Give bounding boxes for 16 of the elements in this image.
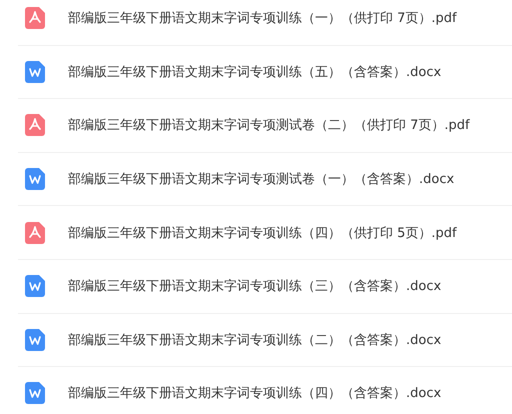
pdf-file-icon	[25, 114, 45, 136]
word-file-icon	[25, 382, 45, 404]
file-name[interactable]: 部编版三年级下册语文期末字词专项测试卷（二）（供打印 7页）.pdf	[68, 116, 470, 134]
file-name[interactable]: 部编版三年级下册语文期末字词专项训练（五）（含答案）.docx	[68, 62, 442, 81]
file-name[interactable]: 部编版三年级下册语文期末字词专项测试卷（一）（含答案）.docx	[68, 170, 454, 188]
file-name[interactable]: 部编版三年级下册语文期末字词专项训练（一）（供打印 7页）.pdf	[68, 9, 457, 28]
word-file-icon	[25, 168, 45, 190]
word-file-icon	[25, 328, 45, 351]
word-file-icon	[25, 60, 45, 83]
file-name[interactable]: 部编版三年级下册语文期末字词专项训练（三）（含答案）.docx	[68, 277, 442, 296]
word-file-icon	[25, 275, 45, 298]
file-name[interactable]: 部编版三年级下册语文期末字词专项训练（二）（含答案）.docx	[68, 330, 442, 349]
pdf-file-icon	[25, 7, 45, 30]
pdf-file-icon	[25, 222, 45, 244]
file-name[interactable]: 部编版三年级下册语文期末字词专项训练（四）（含答案）.docx	[68, 384, 442, 402]
file-name[interactable]: 部编版三年级下册语文期末字词专项训练（四）（供打印 5页）.pdf	[68, 224, 457, 242]
